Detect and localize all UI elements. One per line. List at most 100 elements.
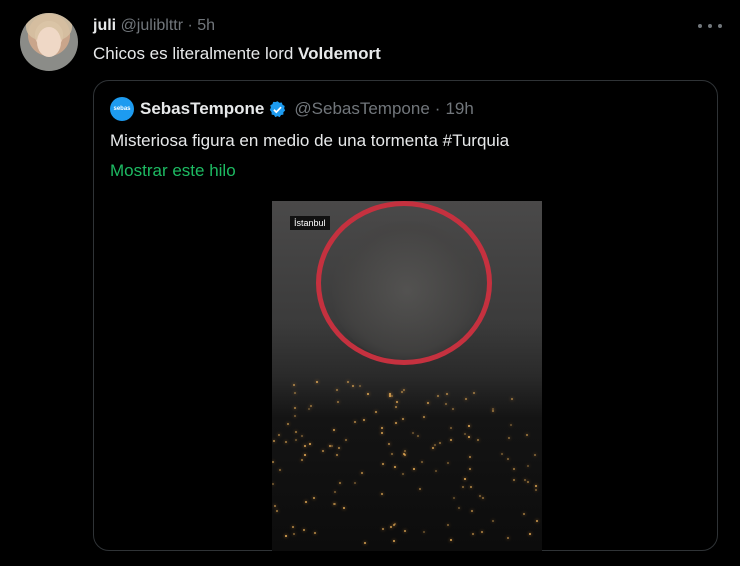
city-light [382, 528, 384, 530]
city-light [338, 447, 340, 449]
city-light [313, 497, 315, 499]
city-light [278, 434, 280, 436]
separator-dot: · [187, 17, 193, 34]
city-light [394, 466, 396, 468]
city-light [363, 419, 365, 421]
tweet-time[interactable]: 5h [197, 17, 215, 34]
city-light [389, 393, 391, 395]
city-light [432, 447, 434, 449]
highlight-circle [316, 201, 492, 365]
city-light [468, 425, 470, 427]
city-light [367, 393, 369, 395]
city-light [294, 407, 296, 409]
city-light [381, 493, 383, 495]
quoted-tweet-header: SebasTempone @SebasTempone · 19h [140, 99, 474, 119]
city-light [337, 401, 339, 403]
dot [698, 24, 702, 28]
city-light [450, 539, 452, 541]
quoted-author-handle[interactable]: @SebasTempone [294, 99, 429, 119]
tweet-text-plain: Chicos es literalmente lord [93, 44, 299, 63]
city-light [437, 395, 439, 397]
city-light [331, 445, 333, 447]
city-light [359, 385, 361, 387]
tweet-text: Chicos es literalmente lord Voldemort [93, 43, 381, 65]
author-handle[interactable]: @juliblttr [121, 17, 183, 34]
city-light [529, 533, 531, 535]
city-light [481, 531, 483, 533]
city-light [285, 441, 287, 443]
city-light [301, 435, 303, 437]
city-light [445, 403, 447, 405]
city-light [464, 433, 466, 435]
tweet-header: juli @juliblttr · 5h [93, 16, 215, 36]
city-light [402, 473, 404, 475]
city-light [468, 436, 470, 438]
city-light [309, 443, 311, 445]
quoted-author-avatar[interactable]: sebas [110, 97, 134, 121]
city-light [423, 416, 425, 418]
city-light [473, 392, 475, 394]
city-light [279, 469, 281, 471]
city-light [301, 459, 303, 461]
city-light [273, 440, 275, 442]
city-light [308, 408, 310, 410]
city-light [388, 443, 390, 445]
city-light [364, 542, 366, 544]
city-light [345, 439, 347, 441]
author-avatar[interactable] [20, 13, 78, 71]
city-light [427, 402, 429, 404]
city-light [417, 435, 419, 437]
city-light [404, 454, 406, 456]
quoted-tweet-time[interactable]: 19h [445, 99, 473, 119]
city-light [322, 450, 324, 452]
city-light [354, 482, 356, 484]
city-light [292, 526, 294, 528]
city-light [452, 408, 454, 410]
city-light [469, 456, 471, 458]
city-light [389, 395, 391, 397]
more-options-icon[interactable] [698, 16, 722, 36]
city-light [501, 453, 503, 455]
city-light [336, 389, 338, 391]
verified-badge-icon [270, 100, 286, 117]
city-light [274, 505, 276, 507]
city-light [391, 395, 393, 397]
city-light [393, 540, 395, 542]
media-video[interactable]: İstanbul [272, 201, 542, 551]
dot [708, 24, 712, 28]
city-light [507, 458, 509, 460]
city-light [354, 421, 356, 423]
quoted-tweet[interactable]: sebas SebasTempone @SebasTempone · 19h M… [93, 80, 718, 551]
city-light [423, 531, 425, 533]
author-name[interactable]: juli [93, 17, 116, 34]
city-light [446, 393, 448, 395]
city-light [465, 398, 467, 400]
city-light [492, 520, 494, 522]
city-light [413, 468, 415, 470]
city-light [347, 381, 349, 383]
city-light [439, 442, 441, 444]
city-light [434, 444, 436, 446]
city-light [395, 422, 397, 424]
city-light [421, 461, 423, 463]
city-light [293, 384, 295, 386]
quoted-author-name[interactable]: SebasTempone [140, 99, 264, 119]
show-thread-link[interactable]: Mostrar este hilo [110, 160, 236, 182]
city-light [381, 427, 383, 429]
city-light [293, 533, 295, 535]
city-light [404, 530, 406, 532]
city-lights [272, 371, 542, 551]
dot [718, 24, 722, 28]
city-light [511, 398, 513, 400]
city-light [396, 401, 398, 403]
city-light [535, 489, 537, 491]
city-light [361, 472, 363, 474]
city-light [534, 454, 536, 456]
city-light [381, 432, 383, 434]
city-light [453, 497, 455, 499]
city-light [419, 488, 421, 490]
city-light [310, 405, 312, 407]
city-light [513, 468, 515, 470]
city-light [471, 510, 473, 512]
city-light [477, 439, 479, 441]
